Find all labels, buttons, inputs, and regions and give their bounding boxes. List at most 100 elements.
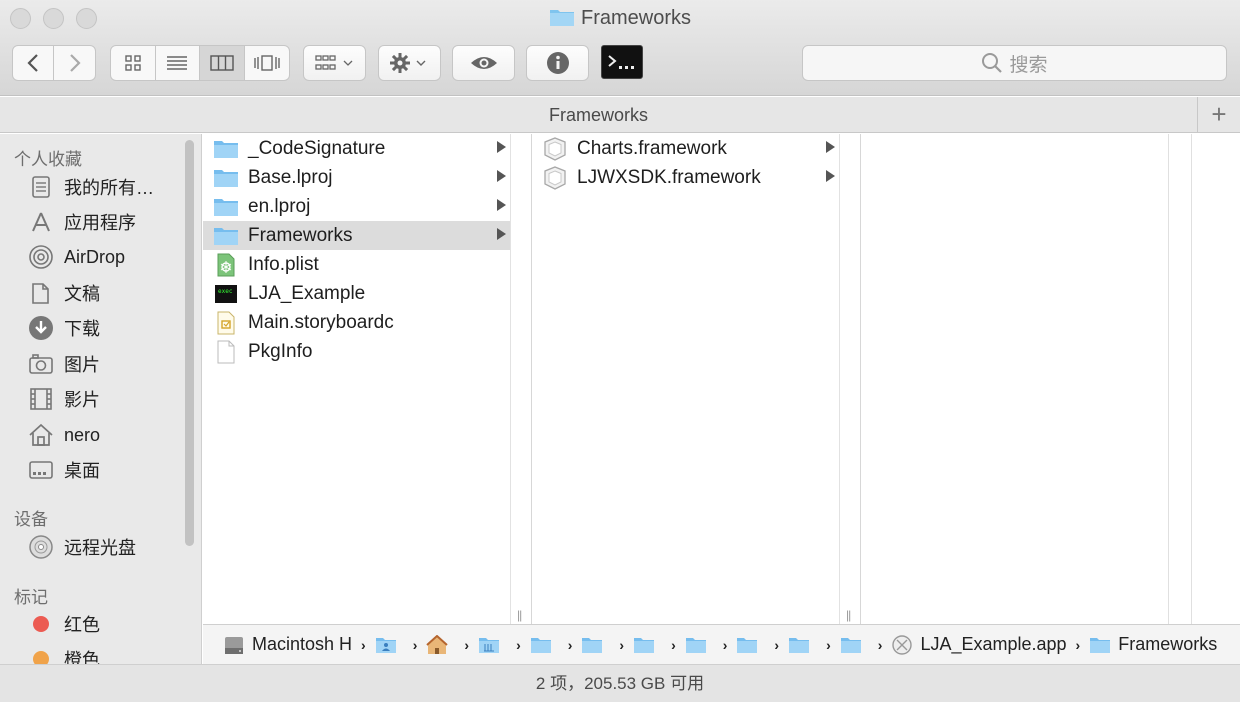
- path-item-folder[interactable]: [633, 636, 662, 654]
- path-bar: Macintosh H › › › › › › › › › › › LJA_Ex…: [203, 624, 1240, 664]
- sidebar-item-movies[interactable]: 影片: [28, 384, 188, 414]
- path-item-macintosh-hd[interactable]: Macintosh H: [223, 634, 352, 656]
- arrange-button[interactable]: [303, 45, 366, 81]
- framework-icon: [542, 136, 568, 161]
- path-separator: ›: [774, 636, 780, 653]
- list-view-button[interactable]: [156, 46, 200, 80]
- path-item-folder[interactable]: [788, 636, 817, 654]
- sidebar-item-desktop[interactable]: 桌面: [28, 455, 188, 485]
- search-icon: [982, 53, 1003, 73]
- applications-icon: [28, 209, 54, 235]
- column-1-resize-strip: ||: [510, 134, 532, 624]
- plist-file-icon: [213, 253, 239, 277]
- column-view-button[interactable]: [200, 46, 245, 80]
- arrange-icon: [314, 55, 352, 70]
- title-toolbar: Frameworks 搜索: [0, 0, 1240, 96]
- path-item-frameworks[interactable]: Frameworks: [1089, 634, 1217, 655]
- path-item-folder[interactable]: [581, 636, 610, 654]
- path-separator: ›: [1075, 636, 1081, 653]
- columns-icon: [210, 55, 234, 71]
- folder-icon: [530, 636, 552, 654]
- list-item[interactable]: PkgInfo: [203, 337, 510, 366]
- disclosure-arrow-icon: [497, 199, 506, 211]
- gear-icon: [389, 53, 425, 73]
- add-tab-button[interactable]: +: [1197, 97, 1240, 133]
- disclosure-arrow-icon: [826, 141, 835, 153]
- path-item-folder[interactable]: [736, 636, 765, 654]
- sidebar-item-home[interactable]: nero: [28, 420, 188, 450]
- list-item[interactable]: LJWXSDK.framework: [532, 163, 839, 192]
- list-item[interactable]: Base.lproj: [203, 163, 510, 192]
- framework-icon: [542, 165, 568, 190]
- storyboard-file-icon: [213, 311, 239, 335]
- list-item[interactable]: _CodeSignature: [203, 134, 510, 163]
- get-info-button[interactable]: [526, 45, 589, 81]
- cover-flow-button[interactable]: [245, 46, 289, 80]
- path-separator: ›: [877, 636, 883, 653]
- sidebar-item-documents[interactable]: 文稿: [28, 278, 188, 308]
- sidebar-item-applications[interactable]: 应用程序: [28, 207, 188, 237]
- path-item-library[interactable]: [478, 636, 507, 654]
- icon-view-button[interactable]: [111, 46, 156, 80]
- terminal-icon: [608, 55, 634, 69]
- sidebar-item-tag-red[interactable]: 红色: [28, 609, 188, 639]
- path-item-folder[interactable]: [530, 636, 559, 654]
- folder-icon: [213, 166, 239, 190]
- list-item[interactable]: Main.storyboardc: [203, 308, 510, 337]
- folder-icon: [549, 7, 575, 33]
- sidebar-item-pictures[interactable]: 图片: [28, 349, 188, 379]
- search-placeholder: 搜索: [1009, 54, 1048, 76]
- path-separator: ›: [826, 636, 831, 653]
- column-2-resize-strip: ||: [839, 134, 861, 624]
- folder-icon: [213, 224, 239, 248]
- back-button[interactable]: [13, 46, 55, 80]
- list-item[interactable]: Info.plist: [203, 250, 510, 279]
- path-separator: ›: [361, 636, 366, 653]
- home-icon: [28, 422, 54, 448]
- desktop-icon: [28, 457, 54, 483]
- column-resize-handle[interactable]: ||: [517, 608, 522, 622]
- finder-window: Frameworks 搜索 Frameworks + 个人收藏 我的所有… 应用…: [0, 0, 1240, 702]
- sidebar-item-remote-disc[interactable]: 远程光盘: [28, 532, 188, 562]
- quick-look-button[interactable]: [452, 45, 515, 81]
- sidebar-item-tag-orange[interactable]: 橙色: [28, 644, 188, 664]
- forward-button[interactable]: [54, 46, 95, 80]
- home-icon: [426, 634, 449, 655]
- path-separator: ›: [567, 636, 573, 653]
- column-resize-handle[interactable]: ||: [846, 608, 851, 622]
- search-field[interactable]: 搜索: [802, 45, 1227, 81]
- view-mode-segment: [110, 45, 290, 81]
- action-button[interactable]: [378, 45, 441, 81]
- tag-orange-dot: [28, 646, 54, 664]
- list-item[interactable]: exec LJA_Example: [203, 279, 510, 308]
- sidebar-section-favorites: 个人收藏: [14, 150, 82, 169]
- folder-icon: [633, 636, 655, 654]
- folder-icon: [213, 137, 239, 161]
- list-item[interactable]: en.lproj: [203, 192, 510, 221]
- sidebar-scrollbar[interactable]: [185, 140, 194, 546]
- column-3: [862, 134, 1169, 624]
- list-icon: [167, 56, 188, 70]
- list-item-selected[interactable]: Frameworks: [203, 221, 510, 250]
- pictures-icon: [28, 351, 54, 377]
- folder-icon: [685, 636, 707, 654]
- sidebar-item-all-files[interactable]: 我的所有…: [28, 172, 188, 202]
- hard-disk-icon: [223, 634, 245, 656]
- tag-red-dot: [28, 611, 54, 637]
- path-item-folder[interactable]: [840, 636, 869, 654]
- movies-icon: [28, 386, 54, 412]
- chevron-right-icon: [69, 54, 81, 72]
- path-item-users[interactable]: [375, 636, 404, 654]
- path-item-home[interactable]: [426, 634, 455, 655]
- path-separator: ›: [464, 636, 470, 653]
- path-item-app[interactable]: LJA_Example.app: [891, 634, 1067, 656]
- path-item-folder[interactable]: [685, 636, 714, 654]
- terminal-button[interactable]: [601, 45, 643, 79]
- disc-icon: [28, 534, 54, 560]
- sidebar-item-downloads[interactable]: 下载: [28, 313, 188, 343]
- sidebar-section-devices: 设备: [14, 510, 48, 529]
- list-item[interactable]: Charts.framework: [532, 134, 839, 163]
- sidebar-item-airdrop[interactable]: AirDrop: [28, 242, 188, 272]
- app-icon: [891, 634, 913, 656]
- airdrop-icon: [28, 244, 54, 270]
